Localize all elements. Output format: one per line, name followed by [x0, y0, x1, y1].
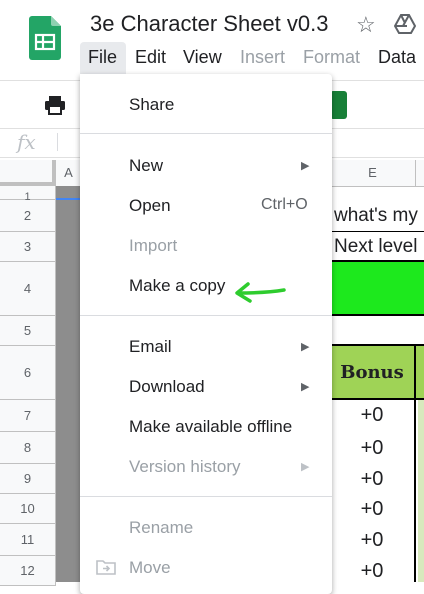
- menu-item-email[interactable]: Email: [129, 337, 172, 357]
- menu-format[interactable]: Format: [303, 47, 360, 68]
- cell-e5[interactable]: [330, 316, 424, 346]
- menu-view[interactable]: View: [183, 47, 222, 68]
- row-header-4[interactable]: 4: [0, 262, 56, 316]
- row-header-8[interactable]: 8: [0, 432, 56, 464]
- bonus-value[interactable]: +0: [330, 432, 416, 464]
- menu-data[interactable]: Data: [378, 47, 416, 68]
- move-folder-icon: [96, 560, 116, 575]
- submenu-arrow-icon: ▶: [301, 461, 310, 473]
- row-header-11[interactable]: 11: [0, 524, 56, 556]
- selection-indicator: [56, 198, 82, 200]
- menu-item-new[interactable]: New: [129, 156, 163, 176]
- sheets-logo-icon[interactable]: [29, 16, 61, 60]
- cell-f6[interactable]: [416, 346, 424, 400]
- bonus-value[interactable]: +0: [330, 400, 416, 432]
- menu-item-share[interactable]: Share: [129, 95, 174, 115]
- star-icon[interactable]: ☆: [356, 12, 376, 38]
- menu-item-open[interactable]: Open: [129, 196, 171, 216]
- menu-insert[interactable]: Insert: [240, 47, 285, 68]
- bonus-value[interactable]: +0: [330, 464, 416, 494]
- column-header-e[interactable]: E: [330, 160, 416, 186]
- cell-e2[interactable]: what's my: [330, 200, 424, 232]
- column-f-cells[interactable]: [418, 400, 424, 582]
- menu-file[interactable]: File: [88, 47, 117, 68]
- submenu-arrow-icon: ▶: [301, 381, 310, 393]
- green-arrow-icon: [235, 282, 286, 303]
- print-icon[interactable]: [44, 95, 66, 115]
- select-all-corner[interactable]: [0, 160, 56, 186]
- menu-item-import[interactable]: Import: [129, 236, 177, 256]
- row-header-6[interactable]: 6: [0, 346, 56, 400]
- bonus-header[interactable]: Bonus: [330, 346, 416, 400]
- menu-item-move[interactable]: Move: [129, 558, 171, 578]
- row-header-10[interactable]: 10: [0, 494, 56, 524]
- menu-edit[interactable]: Edit: [135, 47, 166, 68]
- row-header-9[interactable]: 9: [0, 464, 56, 494]
- row-header-3[interactable]: 3: [0, 232, 56, 262]
- row-header-2[interactable]: 2: [0, 200, 56, 232]
- column-header-a[interactable]: A: [56, 160, 82, 186]
- cell-e3[interactable]: Next level: [330, 232, 424, 262]
- bonus-value[interactable]: +0: [330, 494, 416, 524]
- row-header-1[interactable]: 1: [0, 186, 56, 203]
- fx-icon: fx: [17, 130, 36, 154]
- menu-separator: [80, 133, 332, 134]
- shortcut-label: Ctrl+O: [261, 196, 308, 213]
- menu-item-make-available-offline[interactable]: Make available offline: [129, 417, 292, 437]
- submenu-arrow-icon: ▶: [301, 341, 310, 353]
- cell-e4-green[interactable]: [330, 262, 424, 316]
- menu-item-rename[interactable]: Rename: [129, 518, 193, 538]
- row-header-7[interactable]: 7: [0, 400, 56, 432]
- formula-divider: [57, 133, 58, 151]
- menu-separator: [80, 496, 332, 497]
- row-header-5[interactable]: 5: [0, 316, 56, 346]
- menu-item-version-history[interactable]: Version history: [129, 457, 241, 477]
- document-title[interactable]: 3e Character Sheet v0.3: [90, 11, 328, 37]
- menu-item-download[interactable]: Download: [129, 377, 205, 397]
- bonus-value[interactable]: +0: [330, 556, 416, 582]
- menu-item-make-a-copy[interactable]: Make a copy: [129, 276, 225, 296]
- drive-move-icon[interactable]: [394, 14, 416, 34]
- share-button[interactable]: [330, 91, 347, 119]
- menu-separator: [80, 315, 332, 316]
- bonus-value[interactable]: +0: [330, 524, 416, 556]
- file-menu-dropdown: [80, 74, 332, 594]
- column-header-f[interactable]: [416, 160, 424, 186]
- submenu-arrow-icon: ▶: [301, 160, 310, 172]
